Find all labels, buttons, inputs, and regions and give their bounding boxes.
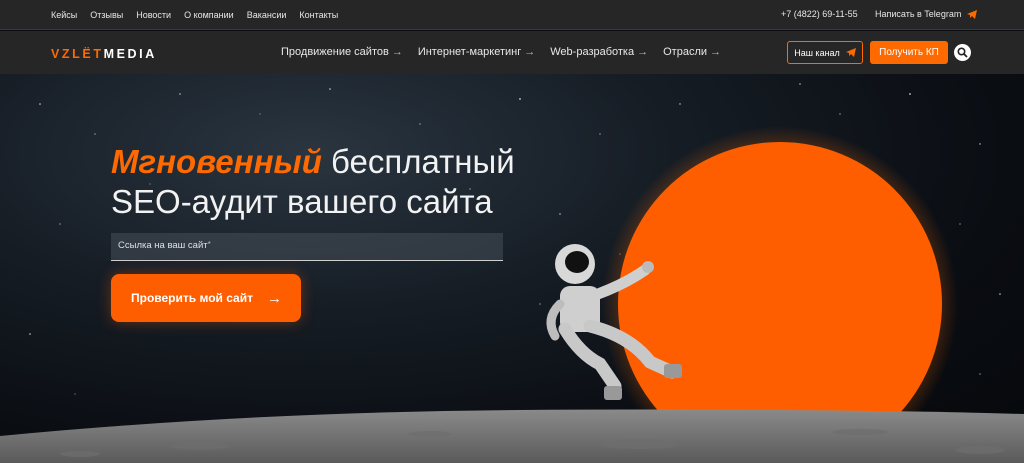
get-offer-button[interactable]: Получить КП: [870, 41, 948, 64]
nav-item-label: Продвижение сайтов: [281, 46, 389, 58]
logo[interactable]: VZLЁTMEDIA: [51, 47, 157, 61]
search-icon: [957, 47, 968, 58]
arrow-right-icon: →: [637, 46, 649, 58]
nav-item-seo[interactable]: Продвижение сайтов →: [281, 46, 403, 58]
top-link-reviews[interactable]: Отзывы: [90, 10, 123, 20]
nav-item-industries[interactable]: Отрасли →: [663, 46, 721, 58]
moon-surface: [0, 409, 1024, 463]
logo-part-media: MEDIA: [103, 47, 157, 61]
check-site-button[interactable]: Проверить мой сайт →: [111, 274, 301, 322]
nav-item-web-dev[interactable]: Web-разработка →: [550, 46, 648, 58]
hero-title-accent: Мгновенный: [111, 143, 322, 180]
hero-title-rest: бесплатный: [321, 143, 515, 180]
telegram-link[interactable]: Написать в Telegram: [875, 9, 978, 19]
check-site-button-label: Проверить мой сайт: [131, 291, 253, 305]
top-link-contacts[interactable]: Контакты: [299, 10, 338, 20]
logo-part-vzlet: VZLЁT: [51, 47, 104, 61]
top-bar: Кейсы Отзывы Новости О компании Вакансии…: [0, 0, 1024, 30]
arrow-right-icon: →: [266, 289, 282, 307]
hero-title: Мгновенный бесплатный SEO-аудит вашего с…: [111, 142, 515, 222]
required-mark: *: [207, 240, 211, 249]
space-scene: [0, 126, 1024, 463]
main-header: VZLЁTMEDIA Продвижение сайтов → Интернет…: [0, 31, 1024, 74]
top-link-about[interactable]: О компании: [184, 10, 234, 20]
top-link-cases[interactable]: Кейсы: [51, 10, 77, 20]
telegram-link-label: Написать в Telegram: [875, 9, 962, 19]
channel-button-label: Наш канал: [794, 47, 840, 58]
nav-item-label: Интернет-маркетинг: [417, 46, 522, 58]
paper-plane-icon: [845, 48, 856, 57]
channel-button[interactable]: Наш канал: [787, 41, 863, 64]
nav-item-marketing[interactable]: Интернет-маркетинг →: [418, 46, 535, 58]
phone-number[interactable]: +7 (4822) 69-11-55: [781, 9, 858, 19]
site-url-input[interactable]: Ссылка на ваш сайт*: [111, 233, 503, 261]
paper-plane-icon: [967, 9, 978, 19]
top-link-news[interactable]: Новости: [136, 10, 171, 20]
hero-section: Мгновенный бесплатный SEO-аудит вашего с…: [0, 74, 1024, 463]
top-nav: Кейсы Отзывы Новости О компании Вакансии…: [51, 0, 338, 30]
arrow-right-icon: →: [391, 46, 403, 58]
hero-title-line2: SEO-аудит вашего сайта: [111, 183, 493, 220]
nav-item-label: Web-разработка: [550, 46, 635, 58]
arrow-right-icon: →: [710, 46, 722, 58]
search-button[interactable]: [954, 44, 971, 61]
site-url-placeholder: Ссылка на ваш сайт: [118, 240, 208, 251]
main-nav: Продвижение сайтов → Интернет-маркетинг …: [281, 46, 721, 58]
nav-item-label: Отрасли: [663, 46, 708, 58]
top-link-vacancies[interactable]: Вакансии: [247, 10, 287, 20]
arrow-right-icon: →: [524, 46, 536, 58]
